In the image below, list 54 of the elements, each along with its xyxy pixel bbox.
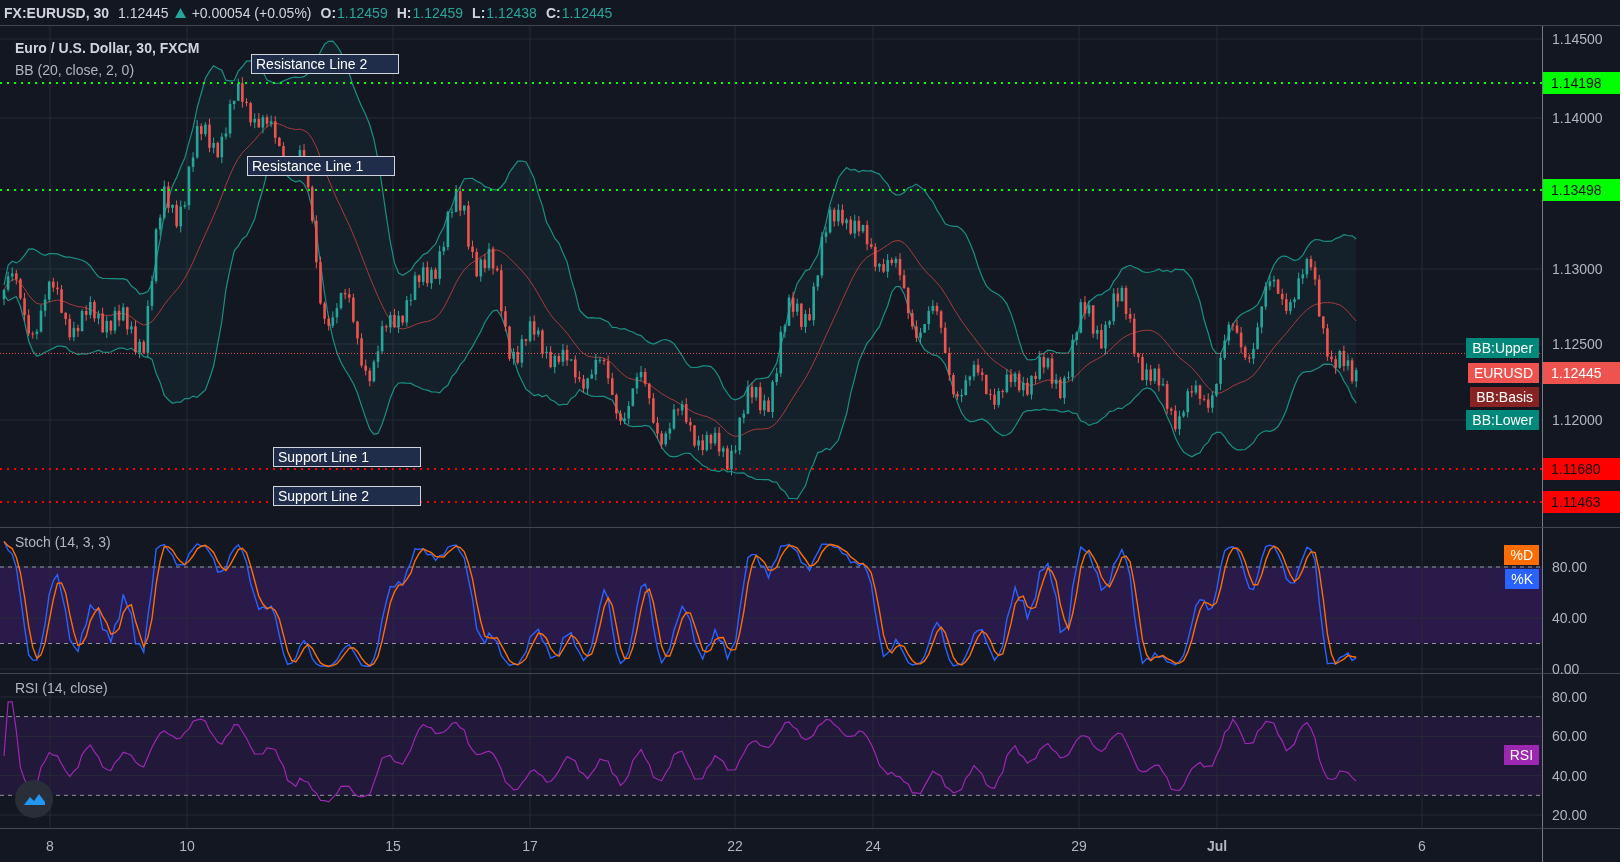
series-tag: %D [1504, 545, 1540, 565]
indicator-label: Stoch (14, 3, 3) [15, 534, 111, 550]
ohlc-value: 1.12459 [337, 4, 388, 21]
price-tick: 1.14000 [1552, 110, 1603, 126]
series-tag: BB:Upper [1466, 338, 1540, 358]
level-price-tag: 1.13498 [1543, 179, 1620, 201]
value-tick: 60.00 [1552, 728, 1588, 745]
time-tick: 22 [727, 838, 743, 854]
time-tick: 6 [1418, 838, 1426, 854]
level-label[interactable]: Resistance Line 2 [251, 54, 399, 74]
time-tick: 10 [179, 838, 195, 854]
ohlc-label: L: [472, 4, 486, 21]
value-tick: 40.00 [1552, 767, 1588, 784]
value-tick: 20.00 [1552, 807, 1588, 823]
time-tick: 15 [385, 838, 401, 854]
price-change: +0.00054 (+0.05%) [191, 4, 312, 21]
time-tick: 17 [522, 838, 538, 854]
logo-button[interactable] [15, 780, 53, 818]
level-label[interactable]: Support Line 2 [273, 486, 421, 506]
up-triangle-icon [174, 7, 186, 18]
ohlc-value: 1.12438 [486, 4, 537, 21]
indicator-label: RSI (14, close) [15, 680, 108, 696]
series-tag: %K [1505, 569, 1540, 589]
series-tag: BB:Basis [1470, 387, 1540, 407]
series-tag: RSI [1503, 745, 1540, 765]
last-price-tag: 1.12445 [1543, 362, 1620, 384]
indicator-label: BB (20, close, 2, 0) [15, 62, 135, 78]
price-tick: 1.12000 [1552, 412, 1603, 428]
level-label[interactable]: Resistance Line 1 [247, 156, 395, 176]
ohlc-label: O: [320, 4, 337, 21]
price-tick: 1.13000 [1552, 261, 1603, 277]
level-price-tag: 1.14198 [1543, 72, 1620, 94]
chart-title: Euro / U.S. Dollar, 30, FXCM [15, 40, 200, 56]
value-tick: 80.00 [1552, 688, 1588, 705]
ohlc-label: C: [545, 4, 561, 21]
level-price-tag: 1.11463 [1543, 491, 1620, 513]
value-tick: 40.00 [1552, 610, 1588, 626]
value-tick: 0.00 [1552, 661, 1580, 677]
ohlc-value: 1.12445 [561, 4, 613, 21]
last-price: 1.12445 [118, 4, 169, 21]
series-tag: BB:Lower [1466, 410, 1540, 430]
level-price-tag: 1.11680 [1543, 458, 1620, 480]
time-tick: 24 [865, 838, 881, 854]
series-tag: EURUSD [1467, 363, 1540, 383]
time-tick: 29 [1071, 838, 1087, 854]
value-tick: 80.00 [1552, 559, 1588, 575]
level-label[interactable]: Support Line 1 [273, 447, 421, 467]
price-tick: 1.12500 [1552, 336, 1603, 352]
ohlc-label: H: [396, 4, 412, 21]
time-tick: Jul [1206, 838, 1228, 854]
ohlc-value: 1.12459 [412, 4, 464, 21]
symbol-label: FX:EURUSD, 30 [4, 4, 110, 21]
price-tick: 1.14500 [1552, 31, 1603, 47]
time-tick: 8 [46, 838, 54, 854]
